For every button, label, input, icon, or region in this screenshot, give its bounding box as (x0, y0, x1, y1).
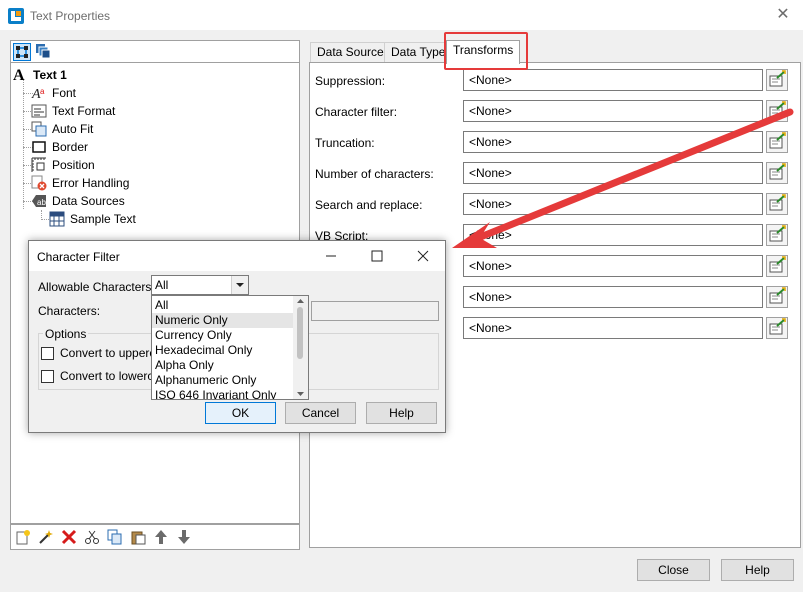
character-filter-edit-icon[interactable] (766, 100, 788, 122)
window-close-button[interactable]: ✕ (770, 4, 796, 26)
transform-field-7[interactable]: <None> (463, 255, 763, 277)
tree-root-text-1[interactable]: A Text 1 (13, 66, 67, 84)
vb-script-edit-icon[interactable] (766, 224, 788, 246)
cancel-button[interactable]: Cancel (285, 402, 356, 424)
move-up-icon[interactable] (153, 529, 169, 545)
svg-text:ab: ab (37, 198, 46, 207)
option-iso-646-invariant-only[interactable]: ISO 646 Invariant Only (152, 388, 293, 399)
suppression-field[interactable]: <None> (463, 69, 763, 91)
transform-8-edit-icon[interactable] (766, 286, 788, 308)
truncation-field[interactable]: <None> (463, 131, 763, 153)
title-bar: Text Properties ✕ (0, 0, 803, 30)
option-currency-only[interactable]: Currency Only (152, 328, 293, 343)
cut-icon[interactable] (84, 529, 100, 545)
tree-item-position[interactable]: Position (31, 156, 95, 174)
transform-7-edit-icon[interactable] (766, 255, 788, 277)
character-filter-dialog: Character Filter Allowable Characters: C… (28, 240, 446, 433)
option-alphanumeric-only[interactable]: Alphanumeric Only (152, 373, 293, 388)
truncation-edit-icon[interactable] (766, 131, 788, 153)
suppression-edit-icon[interactable] (766, 69, 788, 91)
sample-text-icon (49, 211, 65, 227)
maximize-icon[interactable] (367, 246, 387, 266)
option-alpha-only[interactable]: Alpha Only (152, 358, 293, 373)
auto-fit-icon (31, 121, 47, 137)
tree-item-sample-text[interactable]: Sample Text (49, 210, 136, 228)
data-sources-icon: ab (31, 193, 47, 209)
character-filter-field[interactable]: <None> (463, 100, 763, 122)
tree-item-font[interactable]: Aa Font (31, 84, 76, 102)
select-value: All (155, 278, 169, 292)
search-and-replace-edit-icon[interactable] (766, 193, 788, 215)
app-icon (8, 8, 24, 24)
tree-toolbar (10, 40, 300, 62)
uppercase-label: Convert to upperca (60, 346, 163, 360)
tree-item-data-sources[interactable]: ab Data Sources (31, 192, 125, 210)
suppression-label: Suppression: (315, 74, 386, 88)
chevron-down-icon[interactable] (231, 276, 248, 294)
options-group-label: Options (43, 327, 89, 341)
paste-icon[interactable] (130, 529, 146, 545)
option-numeric-only[interactable]: Numeric Only (152, 313, 293, 328)
position-icon (31, 157, 47, 173)
transform-9-edit-icon[interactable] (766, 317, 788, 339)
vb-script-field[interactable]: <None> (463, 224, 763, 246)
allowable-characters-select[interactable]: All (151, 275, 249, 295)
error-handling-icon (31, 175, 47, 191)
option-hexadecimal-only[interactable]: Hexadecimal Only (152, 343, 293, 358)
tree-item-text-format[interactable]: Text Format (31, 102, 115, 120)
window-title: Text Properties (30, 9, 111, 23)
option-all[interactable]: All (152, 298, 293, 313)
tab-data-type[interactable]: Data Type (384, 42, 453, 63)
text-format-icon (31, 103, 47, 119)
border-icon (31, 139, 47, 155)
minimize-icon[interactable] (321, 246, 341, 266)
tree-view-icon[interactable] (13, 43, 31, 61)
transform-field-9[interactable]: <None> (463, 317, 763, 339)
stack-view-icon[interactable] (35, 43, 53, 61)
truncation-label: Truncation: (315, 136, 375, 150)
number-of-characters-field[interactable]: <None> (463, 162, 763, 184)
characters-field[interactable] (311, 301, 439, 321)
transforms-tab-highlight (444, 32, 528, 70)
search-and-replace-field[interactable]: <None> (463, 193, 763, 215)
svg-text:a: a (40, 87, 45, 96)
number-of-characters-edit-icon[interactable] (766, 162, 788, 184)
ok-button[interactable]: OK (205, 402, 276, 424)
dialog-title: Character Filter (37, 250, 120, 264)
text-object-icon: A (13, 66, 25, 84)
character-filter-label: Character filter: (315, 105, 398, 119)
magic-wand-icon[interactable] (38, 529, 54, 545)
tree-item-auto-fit[interactable]: Auto Fit (31, 120, 93, 138)
help-button[interactable]: Help (721, 559, 794, 581)
uppercase-checkbox[interactable] (41, 347, 54, 360)
allowable-characters-list: All Numeric Only Currency Only Hexadecim… (151, 295, 309, 400)
search-and-replace-label: Search and replace: (315, 198, 423, 212)
dialog-close-icon[interactable] (413, 246, 433, 266)
scroll-thumb[interactable] (297, 307, 303, 359)
copy-icon[interactable] (107, 529, 123, 545)
new-icon[interactable] (15, 529, 31, 545)
font-icon: Aa (31, 85, 47, 102)
tree-bottom-toolbar (10, 524, 300, 550)
move-down-icon[interactable] (176, 529, 192, 545)
tree-item-error-handling[interactable]: Error Handling (31, 174, 129, 192)
lowercase-checkbox[interactable] (41, 370, 54, 383)
tab-data-source[interactable]: Data Source (310, 42, 391, 63)
delete-icon[interactable] (61, 529, 77, 545)
allowable-characters-label: Allowable Characters: (38, 280, 155, 294)
close-button[interactable]: Close (637, 559, 710, 581)
list-scrollbar[interactable] (293, 296, 308, 399)
dialog-title-bar: Character Filter (29, 241, 445, 271)
dialog-help-button[interactable]: Help (366, 402, 437, 424)
characters-label: Characters: (38, 304, 101, 318)
tree-item-border[interactable]: Border (31, 138, 88, 156)
number-of-characters-label: Number of characters: (315, 167, 434, 181)
transform-field-8[interactable]: <None> (463, 286, 763, 308)
